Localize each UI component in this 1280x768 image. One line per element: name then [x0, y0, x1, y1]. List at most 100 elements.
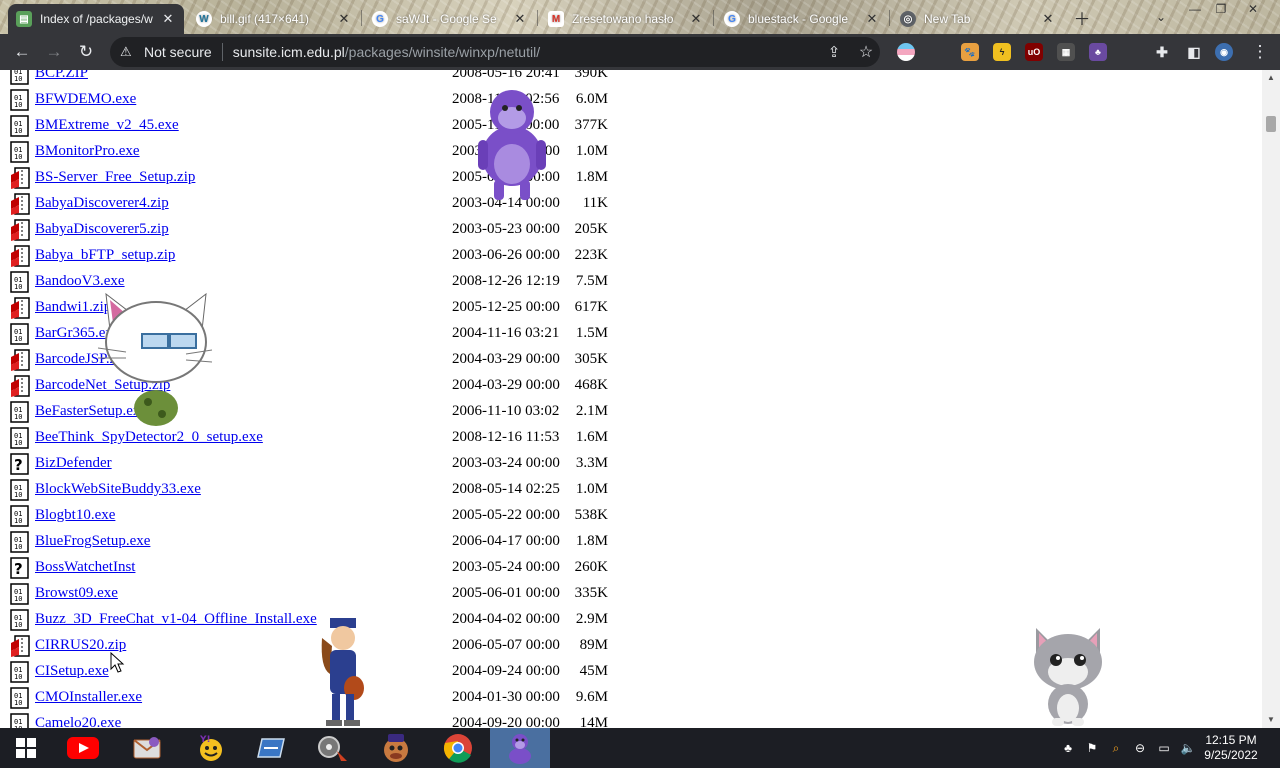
volume-icon[interactable]: 🔈 [1180, 740, 1196, 756]
file-link[interactable]: BlueFrogSetup.exe [35, 533, 150, 550]
close-icon[interactable]: ✕ [1040, 11, 1056, 27]
tab-bill-gif[interactable]: W bill.gif (417×641) ✕ [188, 4, 360, 34]
file-link[interactable]: BossWatchetInst [35, 559, 135, 576]
bonzibuddy-icon[interactable] [490, 728, 550, 768]
file-link[interactable]: BFWDEMO.exe [35, 91, 136, 108]
file-link[interactable]: Babya_bFTP_setup.zip [35, 247, 175, 264]
binary-file-icon: 0110 [10, 687, 29, 709]
table-row: 0110BMonitorPro.exe2003-06-01 00:001.0M [0, 137, 700, 163]
svg-text:10: 10 [14, 335, 22, 343]
file-link[interactable]: BandooV3.exe [35, 273, 125, 290]
back-button[interactable]: ← [12, 42, 32, 62]
binary-file-icon: 0110 [10, 479, 29, 501]
peedy-agent-icon[interactable] [316, 618, 368, 728]
pikachu-extension-icon[interactable]: ϟ [993, 43, 1011, 61]
tab-bluestack-search[interactable]: G bluestack - Google ✕ [716, 4, 888, 34]
grid-extension-icon[interactable]: ▦ [1057, 43, 1075, 61]
file-link[interactable]: Buzz_3D_FreeChat_v1-04_Offline_Install.e… [35, 611, 317, 628]
file-link[interactable]: BMonitorPro.exe [35, 143, 140, 160]
windows-start-icon[interactable] [0, 728, 52, 768]
new-tab-button[interactable]: ＋ [1072, 7, 1092, 29]
scroll-down-arrow-icon[interactable]: ▼ [1262, 712, 1280, 728]
bookmark-star-icon[interactable]: ☆ [856, 42, 876, 62]
address-bar[interactable]: ⚠ Not secure sunsite.icm.edu.pl/packages… [110, 37, 880, 67]
menu-kebab-icon[interactable]: ⋮ [1250, 42, 1270, 62]
close-icon[interactable]: ✕ [160, 11, 176, 27]
close-icon[interactable]: ✕ [864, 11, 880, 27]
side-panel-icon[interactable]: ◧ [1185, 43, 1203, 61]
close-icon[interactable]: ✕ [512, 11, 528, 27]
compressed-file-icon [11, 193, 30, 215]
url-host[interactable]: sunsite.icm.edu.pl [233, 44, 345, 60]
close-icon[interactable]: ✕ [336, 11, 352, 27]
file-size: 89M [579, 637, 608, 653]
paw-extension-icon[interactable]: 🐾 [961, 43, 979, 61]
close-window-button[interactable]: ✕ [1240, 0, 1266, 18]
reload-button[interactable]: ↻ [76, 42, 96, 62]
tab-new-tab[interactable]: ◎ New Tab ✕ [892, 4, 1064, 34]
browser-toolbar: ← → ↻ ⚠ Not secure sunsite.icm.edu.pl/pa… [0, 34, 1280, 70]
file-link[interactable]: Browst09.exe [35, 585, 118, 602]
warning-icon[interactable]: ⚠ [120, 44, 136, 60]
yahoo-messenger-icon[interactable]: Y! [181, 728, 241, 768]
file-link[interactable]: BS-Server_Free_Setup.zip [35, 169, 195, 186]
file-link[interactable]: CMOInstaller.exe [35, 689, 142, 706]
vertical-scrollbar[interactable]: ▲ ▼ [1262, 70, 1280, 728]
table-row: 01 10 BCP.ZIP 2008-05-16 20:41 390K [0, 70, 700, 85]
close-icon[interactable]: ✕ [688, 11, 704, 27]
binary-file-icon: 0110 [10, 323, 29, 345]
forward-button[interactable]: → [44, 42, 64, 62]
ublock-origin-icon[interactable]: uO [1025, 43, 1043, 61]
file-date: 2008-12-16 11:53 [452, 429, 560, 445]
restore-button[interactable]: ❐ [1208, 0, 1234, 18]
svg-text:10: 10 [14, 101, 22, 109]
file-link[interactable]: BabyaDiscoverer5.zip [35, 221, 169, 238]
profile-flag-icon[interactable] [897, 43, 915, 61]
tab-index-packages[interactable]: ▤ Index of /packages/w ✕ [8, 4, 184, 34]
file-size: 1.8M [575, 169, 608, 185]
file-link[interactable]: BeeThink_SpyDetector2_0_setup.exe [35, 429, 263, 446]
file-link[interactable]: Blogbt10.exe [35, 507, 115, 524]
extensions-puzzle-icon[interactable]: ✚ [1153, 43, 1171, 61]
tab-title: Zresetowano hasło [572, 12, 674, 26]
tab-gmail[interactable]: M Zresetowano hasło ✕ [540, 4, 712, 34]
file-link[interactable]: BabyaDiscoverer4.zip [35, 195, 169, 212]
chrome-icon[interactable] [428, 728, 488, 768]
svg-text:10: 10 [14, 75, 22, 83]
url-path[interactable]: /packages/winsite/winxp/netutil/ [345, 44, 540, 60]
mail-app-icon[interactable] [117, 728, 177, 768]
flag-tray-icon[interactable]: ⚑ [1084, 740, 1100, 756]
scroll-up-arrow-icon[interactable]: ▲ [1262, 70, 1280, 86]
file-link[interactable]: BlockWebSiteBuddy33.exe [35, 481, 201, 498]
search-tray-icon[interactable]: ⌕ [1108, 740, 1124, 756]
minus-circle-tray-icon[interactable]: ⊖ [1132, 740, 1148, 756]
bonzi-agent-icon[interactable] [366, 728, 426, 768]
file-size: 2.9M [575, 611, 608, 627]
youtube-icon[interactable] [53, 728, 113, 768]
file-link[interactable]: BMExtreme_v2_45.exe [35, 117, 179, 134]
network-icon[interactable]: ▭ [1156, 740, 1172, 756]
file-link[interactable]: BCP.ZIP [35, 70, 88, 82]
security-label[interactable]: Not secure [144, 44, 212, 60]
binary-file-icon: 0110 [10, 427, 29, 449]
cat-buddy-icon[interactable] [98, 290, 214, 430]
leaf-tray-icon[interactable]: ♣ [1060, 740, 1076, 756]
media-app-icon[interactable] [303, 728, 363, 768]
profile-avatar[interactable]: ◉ [1215, 43, 1233, 61]
minimize-button[interactable]: — [1182, 0, 1208, 18]
character-extension-icon[interactable]: ♣ [1089, 43, 1107, 61]
scanner-app-icon[interactable] [241, 728, 301, 768]
file-date: 2008-05-16 20:41 [452, 70, 560, 81]
system-clock[interactable]: 12:15 PM 9/25/2022 [1196, 733, 1266, 763]
grey-kitten-icon[interactable] [1030, 626, 1106, 728]
scrollbar-thumb[interactable] [1266, 116, 1276, 132]
share-icon[interactable]: ⇪ [824, 42, 844, 62]
bonzibuddy-gorilla-icon[interactable] [470, 86, 554, 202]
file-link[interactable]: BizDefender [35, 455, 112, 472]
tab-search-button[interactable]: ⌄ [1148, 8, 1174, 26]
file-size: 45M [579, 663, 608, 679]
windows-taskbar: Y! ♣ ⚑ ⌕ ⊖ ▭ 🔈 12:15 PM 9/25/2022 [0, 728, 1280, 768]
file-link[interactable]: Camelo20.exe [35, 715, 121, 728]
tab-google-search[interactable]: G saWJt - Google Se ✕ [364, 4, 536, 34]
file-link[interactable]: CISetup.exe [35, 663, 109, 680]
